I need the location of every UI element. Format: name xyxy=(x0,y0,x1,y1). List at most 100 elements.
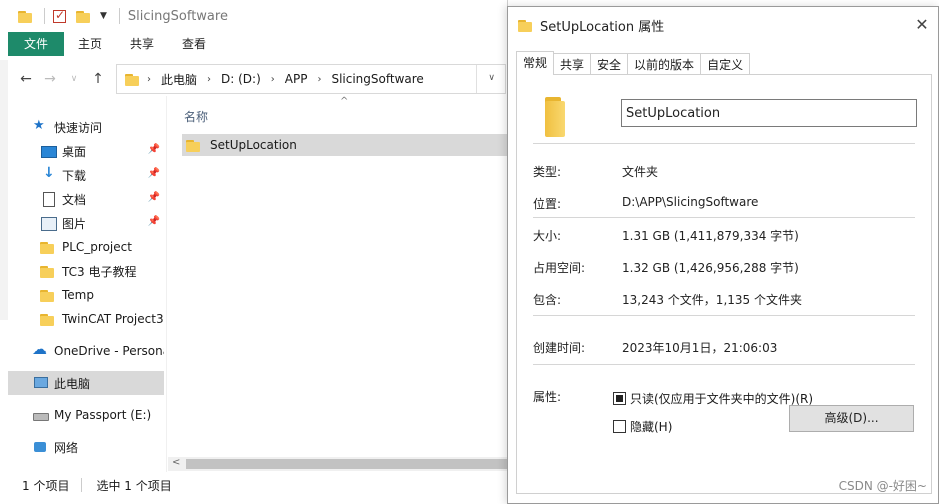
nav-label: 此电脑 xyxy=(54,376,91,391)
divider xyxy=(533,217,915,218)
list-item[interactable]: SetUpLocation xyxy=(182,134,508,156)
watermark: CSDN @-好困~ xyxy=(838,479,927,493)
nav-label: TwinCAT Project3 xyxy=(62,312,164,326)
nav-pictures[interactable]: 图片 📌 xyxy=(8,211,164,235)
checkbox-indeterminate-icon[interactable] xyxy=(613,392,626,405)
horizontal-scrollbar[interactable]: < xyxy=(168,457,508,471)
tab-previous-versions[interactable]: 以前的版本 xyxy=(627,53,702,75)
chevron-right-icon[interactable]: › xyxy=(271,74,275,85)
nav-this-pc[interactable]: 此电脑 xyxy=(8,371,164,395)
disk-size-value: 1.32 GB (1,426,956,288 字节) xyxy=(622,261,799,275)
checkbox-icon[interactable] xyxy=(613,420,626,433)
divider xyxy=(533,364,915,365)
cloud-icon xyxy=(32,340,48,358)
recent-dropdown-icon[interactable]: ∨ xyxy=(62,74,86,84)
nav-desktop[interactable]: 桌面 📌 xyxy=(8,139,164,163)
nav-label: TC3 电子教程 xyxy=(62,264,137,279)
address-row: ← → ∨ ↑ › 此电脑 › D: (D:) › APP › SlicingS… xyxy=(8,62,508,96)
breadcrumb-drive-d[interactable]: D: (D:) xyxy=(221,72,261,86)
chevron-right-icon[interactable]: › xyxy=(207,74,211,85)
network-icon xyxy=(32,440,48,454)
folder-icon xyxy=(186,138,200,152)
tab-customize[interactable]: 自定义 xyxy=(700,53,751,75)
disk-size-label: 占用空间: xyxy=(533,261,586,275)
status-item-count: 1 个项目 xyxy=(22,478,70,493)
nav-quick-access[interactable]: 快速访问 xyxy=(8,115,164,139)
pin-icon: 📌 xyxy=(147,144,160,155)
back-arrow-icon[interactable]: ← xyxy=(14,71,38,87)
picture-icon xyxy=(40,216,57,231)
nav-documents[interactable]: 文档 📌 xyxy=(8,187,164,211)
size-label: 大小: xyxy=(533,229,562,243)
breadcrumb-slicingsoftware[interactable]: SlicingSoftware xyxy=(331,72,423,86)
nav-label: Temp xyxy=(62,288,94,302)
download-icon xyxy=(40,165,56,182)
advanced-button[interactable]: 高级(D)... xyxy=(789,405,914,432)
navigation-pane: 快速访问 桌面 📌 下载 📌 文档 📌 图片 📌 PLC_project xyxy=(8,115,164,465)
folder-icon xyxy=(125,72,139,86)
nav-label: 桌面 xyxy=(62,144,87,159)
nav-network[interactable]: 网络 xyxy=(8,435,164,459)
type-value: 文件夹 xyxy=(622,165,659,179)
chevron-down-icon[interactable]: ∨ xyxy=(488,73,495,83)
nav-folder-twincat[interactable]: TwinCAT Project3 xyxy=(8,307,164,331)
nav-my-passport[interactable]: My Passport (E:) xyxy=(8,403,164,427)
pane-divider[interactable] xyxy=(166,96,167,472)
tab-sharing[interactable]: 共享 xyxy=(553,53,592,75)
tab-general[interactable]: 常规 xyxy=(516,51,555,75)
quick-access-dropdown-icon[interactable]: ▼ xyxy=(100,11,107,21)
ribbon-tab-view[interactable]: 查看 xyxy=(168,32,220,56)
chevron-right-icon[interactable]: › xyxy=(317,74,321,85)
sort-ascending-icon: ^ xyxy=(340,96,349,107)
general-tab-panel: 类型: 文件夹 位置: D:\APP\SlicingSoftware 大小: 1… xyxy=(516,74,932,494)
pin-icon: 📌 xyxy=(147,168,160,179)
divider xyxy=(118,8,120,24)
created-label: 创建时间: xyxy=(533,341,586,355)
nav-folder-plc-project[interactable]: PLC_project xyxy=(8,235,164,259)
address-bar[interactable]: › 此电脑 › D: (D:) › APP › SlicingSoftware … xyxy=(116,64,506,94)
properties-check-icon[interactable] xyxy=(53,8,66,23)
hidden-checkbox[interactable]: 隐藏(H) xyxy=(613,418,672,435)
folder-name-input[interactable] xyxy=(621,99,917,127)
status-selected-count: 选中 1 个项目 xyxy=(96,478,172,493)
scroll-left-icon[interactable]: < xyxy=(172,457,180,468)
breadcrumb-this-pc[interactable]: 此电脑 xyxy=(161,71,197,88)
nav-onedrive[interactable]: OneDrive - Persona xyxy=(8,339,164,363)
scrollbar-thumb[interactable] xyxy=(186,459,508,469)
folder-icon xyxy=(40,312,56,326)
pin-icon: 📌 xyxy=(147,192,160,203)
drive-icon xyxy=(32,408,49,422)
dialog-titlebar: SetUpLocation 属性 ✕ xyxy=(508,7,938,43)
nav-folder-temp[interactable]: Temp xyxy=(8,283,164,307)
column-header-name[interactable]: 名称 xyxy=(184,108,208,125)
ribbon-tab-share[interactable]: 共享 xyxy=(116,32,168,56)
breadcrumb-app[interactable]: APP xyxy=(285,72,308,86)
new-folder-icon[interactable] xyxy=(76,9,90,23)
up-arrow-icon[interactable]: ↑ xyxy=(86,71,110,87)
nav-downloads[interactable]: 下载 📌 xyxy=(8,163,164,187)
nav-label: 文档 xyxy=(62,192,87,207)
desktop-icon xyxy=(40,144,57,158)
large-folder-icon xyxy=(539,95,575,141)
nav-label: OneDrive - Persona xyxy=(54,344,164,358)
divider xyxy=(476,65,477,93)
close-icon[interactable]: ✕ xyxy=(912,15,932,35)
readonly-checkbox[interactable]: 只读(仅应用于文件夹中的文件)(R) xyxy=(613,390,813,407)
folder-icon xyxy=(40,288,56,302)
ribbon-tab-home[interactable]: 主页 xyxy=(64,32,116,56)
tab-security[interactable]: 安全 xyxy=(590,53,629,75)
forward-arrow-icon[interactable]: → xyxy=(38,71,62,87)
readonly-label: 只读(仅应用于文件夹中的文件)(R) xyxy=(630,392,814,406)
ribbon-tab-file[interactable]: 文件 xyxy=(8,32,64,56)
nav-folder-tc3[interactable]: TC3 电子教程 xyxy=(8,259,164,283)
explorer-window: ▼ SlicingSoftware 文件 主页 共享 查看 ← → ∨ ↑ › … xyxy=(0,0,508,504)
nav-label: 下载 xyxy=(62,168,87,183)
properties-dialog: SetUpLocation 属性 ✕ 常规 共享 安全 以前的版本 自定义 类型… xyxy=(507,6,939,504)
hidden-label: 隐藏(H) xyxy=(630,420,673,434)
folder-icon xyxy=(18,9,32,23)
created-value: 2023年10月1日，21:06:03 xyxy=(622,341,778,355)
explorer-titlebar: ▼ SlicingSoftware xyxy=(8,0,508,32)
nav-label: PLC_project xyxy=(62,240,132,254)
nav-label: 网络 xyxy=(54,440,79,455)
dialog-title: SetUpLocation 属性 xyxy=(540,19,665,35)
